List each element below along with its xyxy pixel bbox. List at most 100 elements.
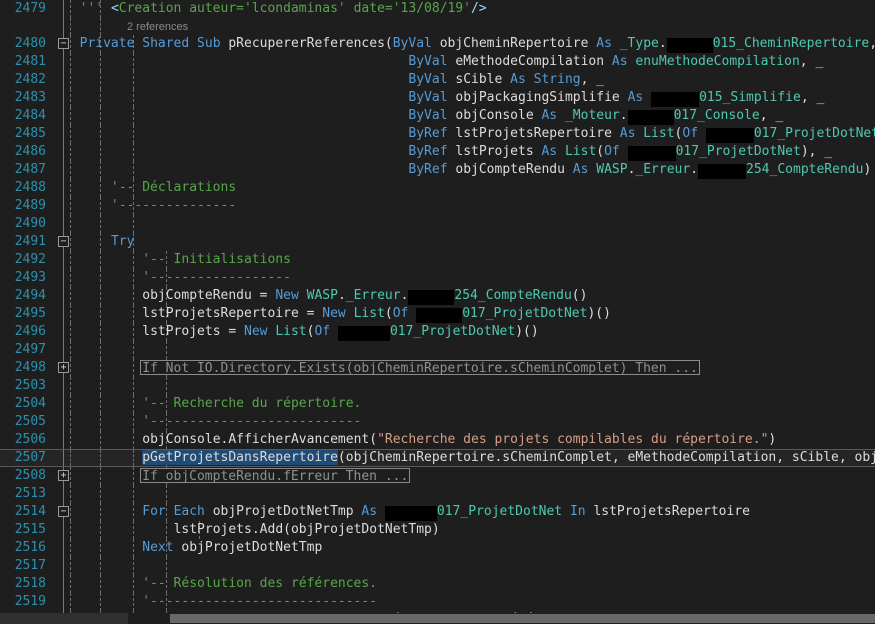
code-text[interactable]: ByVal eMethodeCompilation As enuMethodeC… bbox=[17, 53, 823, 71]
code-text[interactable]: For Each objProjetDotNetTmp As 017_Proje… bbox=[17, 503, 750, 521]
horizontal-scrollbar[interactable] bbox=[0, 613, 875, 624]
code-text[interactable]: '----------------------------- bbox=[17, 593, 377, 611]
code-line[interactable]: 2506 objConsole.AfficherAvancement("Rech… bbox=[0, 431, 875, 449]
indent-guide bbox=[100, 341, 101, 359]
indent-guide bbox=[70, 215, 71, 233]
code-line[interactable]: 2479 ''' <Creation auteur='lcondaminas' … bbox=[0, 0, 875, 18]
code-text[interactable]: ''' <Creation auteur='lcondaminas' date=… bbox=[17, 0, 487, 18]
code-line[interactable]: 2491− Try bbox=[0, 233, 875, 251]
code-text[interactable]: Private Shared Sub pRecupererReferences(… bbox=[17, 35, 875, 53]
indent-guide bbox=[100, 18, 101, 35]
code-text[interactable]: ByVal objConsole As _Moteur. 017_Console… bbox=[17, 107, 783, 125]
redacted-text bbox=[627, 146, 676, 161]
code-line[interactable]: 2494 objCompteRendu = New WASP._Erreur. … bbox=[0, 287, 875, 305]
code-text[interactable]: ByRef lstProjets As List(Of 017_ProjetDo… bbox=[17, 143, 832, 161]
code-line[interactable]: 2488 '-- Déclarations bbox=[0, 179, 875, 197]
codelens-references[interactable]: 2 references bbox=[127, 19, 188, 36]
code-line[interactable]: 2517 bbox=[0, 557, 875, 575]
redacted-text bbox=[337, 326, 390, 341]
code-line[interactable]: 2485 ByRef lstProjetsRepertoire As List(… bbox=[0, 125, 875, 143]
code-line[interactable]: 2516 Next objProjetDotNetTmp bbox=[0, 539, 875, 557]
collapsed-region[interactable]: If Not IO.Directory.Exists(objCheminRepe… bbox=[140, 360, 700, 378]
indent-guide bbox=[166, 485, 167, 503]
fold-rail bbox=[63, 377, 64, 395]
code-line[interactable]: 2481 ByVal eMethodeCompilation As enuMet… bbox=[0, 53, 875, 71]
collapsed-region[interactable]: If objCompteRendu.fErreur Then ... bbox=[140, 468, 411, 486]
code-line[interactable]: 2486 ByRef lstProjets As List(Of 017_Pro… bbox=[0, 143, 875, 161]
fold-expand-button[interactable]: + bbox=[58, 470, 69, 481]
line-number: 2497 bbox=[14, 342, 46, 357]
code-line[interactable]: 2519 '----------------------------- bbox=[0, 593, 875, 611]
code-line[interactable]: 2514− For Each objProjetDotNetTmp As 017… bbox=[0, 503, 875, 521]
scrollbar-track[interactable] bbox=[0, 613, 128, 624]
code-line[interactable]: 2490 bbox=[0, 215, 875, 233]
code-text[interactable]: lstProjets = New List(Of 017_ProjetDotNe… bbox=[17, 323, 539, 341]
code-line[interactable]: 2503 bbox=[0, 377, 875, 395]
fold-rail bbox=[63, 485, 64, 503]
indent-guide bbox=[70, 467, 71, 485]
code-line[interactable]: 2 references bbox=[0, 18, 875, 35]
code-text[interactable]: '-- Résolution des références. bbox=[17, 575, 377, 593]
indent-guide bbox=[166, 377, 167, 395]
code-line[interactable]: 2483 ByVal objPackagingSimplifie As 015_… bbox=[0, 89, 875, 107]
code-line[interactable]: 2513 bbox=[0, 485, 875, 503]
code-line[interactable]: 2498 + If Not IO.Directory.Exists(objChemi… bbox=[0, 359, 875, 377]
code-line[interactable]: 2505 '--------------------------- bbox=[0, 413, 875, 431]
code-line[interactable]: 2492 '-- Initialisations bbox=[0, 251, 875, 269]
code-lines-container[interactable]: 2479 ''' <Creation auteur='lcondaminas' … bbox=[0, 0, 875, 624]
code-line[interactable]: 2482 ByVal sCible As String, _ bbox=[0, 71, 875, 89]
selected-text[interactable]: toire bbox=[298, 450, 338, 465]
code-line[interactable]: 2480− Private Shared Sub pRecupererRefer… bbox=[0, 35, 875, 53]
code-text[interactable]: ByRef lstProjetsRepertoire As List(Of 01… bbox=[17, 125, 875, 143]
code-line[interactable]: 2504 '-- Recherche du répertoire. bbox=[0, 395, 875, 413]
redacted-text bbox=[698, 164, 747, 179]
code-text[interactable]: '-- Recherche du répertoire. bbox=[17, 395, 361, 413]
indent-guide bbox=[133, 485, 134, 503]
scrollbar-thumb[interactable] bbox=[170, 614, 875, 623]
indent-guide bbox=[70, 485, 71, 503]
code-line[interactable]: 2518 '-- Résolution des références. bbox=[0, 575, 875, 593]
code-text[interactable]: Try bbox=[17, 233, 134, 251]
indent-guide bbox=[133, 467, 134, 485]
code-text[interactable]: pGetProjetsDansRepertoire(objCheminReper… bbox=[17, 450, 875, 466]
code-text[interactable]: objCompteRendu = New WASP._Erreur. 254_C… bbox=[17, 287, 587, 305]
code-text[interactable]: ByRef objCompteRendu As WASP._Erreur. 25… bbox=[17, 161, 871, 179]
indent-guide bbox=[166, 557, 167, 575]
code-text[interactable]: ByVal sCible As String, _ bbox=[17, 71, 604, 89]
indent-guide bbox=[166, 341, 167, 359]
code-line[interactable]: 2487 ByRef objCompteRendu As WASP._Erreu… bbox=[0, 161, 875, 179]
indent-guide bbox=[70, 341, 71, 359]
line-number: 2490 bbox=[14, 216, 46, 231]
code-text[interactable]: '--------------- bbox=[17, 197, 236, 215]
code-line[interactable]: 2515 lstProjets.Add(objProjetDotNetTmp) bbox=[0, 521, 875, 539]
code-text[interactable]: objConsole.AfficherAvancement("Recherche… bbox=[17, 431, 776, 449]
line-number: 2513 bbox=[14, 486, 46, 501]
selected-text[interactable]: pGetProjetsDansReper bbox=[142, 450, 299, 465]
line-number: 2508 bbox=[14, 468, 46, 483]
indent-guide bbox=[133, 557, 134, 575]
indent-guide bbox=[133, 215, 134, 233]
code-text[interactable]: ByVal objPackagingSimplifie As 015_Simpl… bbox=[17, 89, 824, 107]
code-line[interactable]: 2508 + If objCompteRendu.fErreur Then ... bbox=[0, 467, 875, 485]
code-text[interactable]: '-- Déclarations bbox=[17, 179, 236, 197]
code-text[interactable]: lstProjetsRepertoire = New List(Of 017_P… bbox=[17, 305, 611, 323]
code-text[interactable]: '------------------ bbox=[17, 269, 291, 287]
code-line[interactable]: 2493 '------------------ bbox=[0, 269, 875, 287]
indent-guide bbox=[100, 467, 101, 485]
code-text[interactable]: Next objProjetDotNetTmp bbox=[17, 539, 322, 557]
indent-guide bbox=[100, 485, 101, 503]
code-line[interactable]: 2497 bbox=[0, 341, 875, 359]
line-number: 2503 bbox=[14, 378, 46, 393]
fold-rail bbox=[63, 215, 64, 233]
code-editor[interactable]: 2479 ''' <Creation auteur='lcondaminas' … bbox=[0, 0, 875, 624]
code-line[interactable]: 2507 pGetProjetsDansRepertoire(objChemin… bbox=[0, 449, 875, 467]
code-line[interactable]: 2489 '--------------- bbox=[0, 197, 875, 215]
code-line[interactable]: 2484 ByVal objConsole As _Moteur. 017_Co… bbox=[0, 107, 875, 125]
fold-expand-button[interactable]: + bbox=[58, 362, 69, 373]
code-line[interactable]: 2496 lstProjets = New List(Of 017_Projet… bbox=[0, 323, 875, 341]
code-line[interactable]: 2495 lstProjetsRepertoire = New List(Of … bbox=[0, 305, 875, 323]
redacted-text bbox=[666, 38, 713, 53]
code-text[interactable]: '--------------------------- bbox=[17, 413, 361, 431]
code-text[interactable]: lstProjets.Add(objProjetDotNetTmp) bbox=[17, 521, 440, 539]
code-text[interactable]: '-- Initialisations bbox=[17, 251, 291, 269]
